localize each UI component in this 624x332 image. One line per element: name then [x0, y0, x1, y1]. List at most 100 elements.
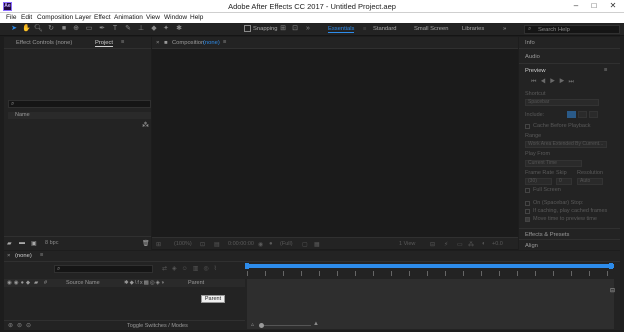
- project-search-input[interactable]: ⌕: [8, 100, 151, 108]
- maximize-button[interactable]: □: [585, 0, 603, 13]
- transparency-grid-icon[interactable]: ▤: [214, 241, 220, 248]
- current-time-display[interactable]: 0:00:00:00: [228, 241, 254, 247]
- type-tool-icon[interactable]: T: [111, 25, 119, 33]
- comp-mini-flowchart-icon[interactable]: ⇄: [162, 266, 172, 272]
- zoom-slider-handle[interactable]: [259, 323, 264, 328]
- cache-before-playback-checkbox[interactable]: [525, 124, 530, 129]
- info-panel-title[interactable]: Info: [525, 40, 535, 46]
- include-audio-toggle[interactable]: [578, 111, 587, 118]
- time-ruler[interactable]: [247, 271, 614, 276]
- label-color-icon[interactable]: ▰: [34, 280, 38, 286]
- comment-icon[interactable]: ⊟: [610, 287, 615, 294]
- close-tab-icon[interactable]: ×: [7, 253, 10, 259]
- pan-behind-tool-icon[interactable]: ⊕: [72, 25, 80, 33]
- roto-brush-tool-icon[interactable]: ✦: [162, 25, 170, 33]
- shy-icon[interactable]: ☺: [182, 266, 193, 272]
- mask-tool-icon[interactable]: ▭: [85, 25, 93, 33]
- eraser-tool-icon[interactable]: ◆: [150, 25, 158, 33]
- first-frame-icon[interactable]: ⏮︎: [531, 79, 540, 85]
- include-video-toggle[interactable]: [567, 111, 576, 118]
- fast-previews-icon[interactable]: ⚡︎: [444, 241, 448, 248]
- work-area-end-handle[interactable]: [609, 263, 613, 269]
- hand-tool-icon[interactable]: ✋: [22, 25, 31, 33]
- magnification-dropdown[interactable]: (100%): [174, 241, 192, 247]
- play-icon[interactable]: ▶︎: [550, 79, 559, 85]
- work-area-start-handle[interactable]: [245, 263, 249, 269]
- zoom-slider-track[interactable]: [261, 325, 311, 326]
- exposure-value[interactable]: +0.0: [492, 241, 503, 247]
- delete-icon[interactable]: 🗑︎: [142, 240, 150, 247]
- grid-icon[interactable]: ⊡: [200, 241, 205, 248]
- range-dropdown[interactable]: Work Area Extended By Current...: [525, 141, 607, 148]
- rotation-tool-icon[interactable]: ↻: [47, 25, 55, 33]
- menu-view[interactable]: View: [146, 14, 160, 21]
- shortcut-dropdown[interactable]: Spacebar: [525, 99, 599, 106]
- workspace-overflow-icon[interactable]: »: [503, 26, 506, 32]
- interpret-footage-icon[interactable]: ▰: [7, 240, 12, 247]
- menu-help[interactable]: Help: [190, 14, 203, 21]
- zoom-out-icon[interactable]: ▵: [251, 321, 254, 328]
- graph-editor-icon[interactable]: ⌇: [214, 266, 222, 272]
- toggle-transparency-icon[interactable]: ▦: [314, 241, 320, 248]
- panel-menu-icon[interactable]: ≡: [121, 39, 124, 45]
- view-layout-dropdown[interactable]: 1 View: [399, 241, 415, 247]
- always-preview-icon[interactable]: ⊞: [156, 241, 161, 248]
- timeline-icon[interactable]: ▭: [457, 241, 463, 248]
- timeline-search-input[interactable]: ⌕: [54, 265, 153, 273]
- selection-tool-icon[interactable]: ➤: [10, 25, 18, 33]
- menu-composition[interactable]: Composition: [37, 14, 73, 21]
- snapshot-camera-icon[interactable]: ◉: [258, 241, 263, 248]
- close-tab-icon[interactable]: ×: [156, 40, 159, 46]
- menu-layer[interactable]: Layer: [75, 14, 91, 21]
- draft-3d-icon[interactable]: ◈: [172, 266, 182, 272]
- menu-animation[interactable]: Animation: [114, 14, 143, 21]
- align-header[interactable]: Align: [519, 241, 620, 250]
- panel-menu-icon[interactable]: ≡: [604, 67, 607, 73]
- av-features-icons[interactable]: ◉◉●◆: [7, 280, 32, 286]
- panel-menu-icon[interactable]: ≡: [223, 39, 226, 45]
- align-title[interactable]: Align: [525, 243, 538, 249]
- flowchart-icon[interactable]: ⁂: [142, 121, 149, 129]
- prev-frame-icon[interactable]: ◀︎: [540, 79, 549, 85]
- column-name-header[interactable]: Name: [15, 112, 30, 118]
- preview-panel-header[interactable]: Preview ≡: [519, 65, 620, 77]
- menu-file[interactable]: File: [6, 14, 16, 21]
- new-composition-icon[interactable]: ▣: [31, 240, 37, 247]
- workspace-small-screen[interactable]: Small Screen: [414, 26, 448, 32]
- menu-window[interactable]: Window: [164, 14, 187, 21]
- composition-name-value[interactable]: (none): [203, 40, 220, 46]
- zoom-in-icon[interactable]: ▲: [313, 321, 319, 327]
- menu-edit[interactable]: Edit: [21, 14, 32, 21]
- comp-flowchart-icon[interactable]: ⁂: [468, 241, 474, 248]
- toggle-pixel-aspect-icon[interactable]: ⊟: [430, 241, 435, 248]
- lock-icon[interactable]: ■: [164, 40, 168, 46]
- timeline-footer-icons[interactable]: ⊛⊜⊝: [8, 322, 35, 329]
- source-name-header[interactable]: Source Name: [66, 280, 100, 286]
- layer-number-icon[interactable]: #: [44, 280, 47, 286]
- info-panel-header[interactable]: Info: [519, 37, 620, 49]
- workspace-libraries[interactable]: Libraries: [462, 26, 484, 32]
- motion-blur-icon[interactable]: ◎: [203, 266, 213, 272]
- workspace-standard[interactable]: Standard: [373, 26, 397, 32]
- minimize-button[interactable]: –: [567, 0, 585, 13]
- snapping-checkbox[interactable]: [244, 25, 251, 32]
- audio-panel-header[interactable]: Audio: [519, 50, 620, 64]
- work-area-bar[interactable]: [247, 264, 614, 268]
- effects-presets-header[interactable]: Effects & Presets: [519, 228, 620, 240]
- new-folder-icon[interactable]: ▬: [19, 240, 25, 246]
- zoom-tool-icon[interactable]: 🔍︎: [34, 25, 43, 33]
- puppet-tool-icon[interactable]: ✱: [175, 25, 183, 33]
- reset-exposure-icon[interactable]: ◐: [482, 241, 486, 247]
- if-caching-checkbox[interactable]: [525, 209, 530, 214]
- on-stop-checkbox[interactable]: [525, 201, 530, 206]
- color-depth-bpc[interactable]: 8 bpc: [45, 240, 58, 246]
- brush-tool-icon[interactable]: ✎: [124, 25, 132, 33]
- tab-composition[interactable]: Composition: [172, 40, 204, 46]
- workspace-essentials[interactable]: Essentials: [328, 26, 355, 33]
- camera-tool-icon[interactable]: ■: [60, 25, 68, 33]
- timeline-tab[interactable]: (none): [15, 253, 32, 259]
- frame-rate-dropdown[interactable]: (30): [525, 178, 552, 185]
- help-search-field[interactable]: ⌕ Search Help: [524, 25, 620, 34]
- close-button[interactable]: ✕: [604, 0, 622, 13]
- effects-presets-title[interactable]: Effects & Presets: [525, 232, 569, 238]
